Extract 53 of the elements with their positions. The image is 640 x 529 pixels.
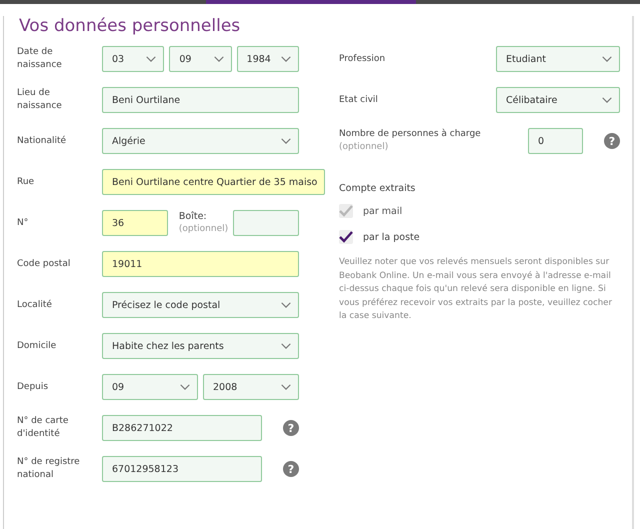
select-field[interactable]: Habite chez les parents xyxy=(102,333,299,359)
field-label: N° de carte d'identité xyxy=(17,415,70,441)
input-field[interactable]: 19011 xyxy=(102,251,299,277)
checkbox[interactable] xyxy=(339,230,353,244)
checkbox-label[interactable]: par la poste xyxy=(363,232,420,242)
select-field[interactable]: 03 xyxy=(102,46,164,72)
chevron-down-icon xyxy=(602,97,612,103)
field-label: N° de registre national xyxy=(17,456,81,482)
field-label: Rue xyxy=(17,176,36,188)
select-field[interactable]: Etudiant xyxy=(496,46,620,72)
input-field[interactable]: 0 xyxy=(528,128,583,154)
field-label: Depuis xyxy=(17,380,50,394)
section-heading: Compte extraits xyxy=(339,183,416,194)
chevron-down-icon xyxy=(180,384,190,390)
chevron-down-icon xyxy=(281,138,291,144)
page-title: Vos données personnelles xyxy=(19,16,242,36)
help-icon[interactable]: ? xyxy=(604,133,620,149)
input-field[interactable]: Beni Ourtilane centre Quartier de 35 maiso xyxy=(102,169,326,195)
select-field[interactable]: 09 xyxy=(102,374,198,400)
field-label: Etat civil xyxy=(339,94,379,106)
select-field[interactable]: 1984 xyxy=(236,46,299,72)
input-field[interactable] xyxy=(233,210,300,236)
field-label: Code postal xyxy=(17,258,72,270)
input-field[interactable]: B286271022 xyxy=(102,415,262,441)
select-field[interactable]: 09 xyxy=(169,46,232,72)
input-field[interactable]: 36 xyxy=(102,210,168,236)
chevron-down-icon xyxy=(214,56,224,62)
chevron-down-icon xyxy=(146,56,156,62)
input-field[interactable]: 67012958123 xyxy=(102,456,262,482)
chevron-down-icon xyxy=(280,56,291,62)
select-field[interactable]: Algérie xyxy=(102,128,299,154)
field-label: Boîte: xyxy=(178,211,208,223)
field-label: Nationalité xyxy=(17,134,68,148)
chevron-down-icon xyxy=(281,384,291,390)
help-icon[interactable]: ? xyxy=(283,461,299,477)
help-icon[interactable]: ? xyxy=(283,420,299,436)
input-field[interactable]: Beni Ourtilane xyxy=(102,87,299,113)
chevron-down-icon xyxy=(281,343,291,349)
select-field[interactable]: Précisez le code postal xyxy=(102,292,299,318)
chevron-down-icon xyxy=(602,56,612,62)
select-field[interactable]: Célibataire xyxy=(496,87,620,113)
chevron-down-icon xyxy=(281,302,291,308)
field-label: Domicile xyxy=(17,340,58,352)
field-label: Nombre de personnes à charge xyxy=(339,128,482,141)
select-field[interactable]: 2008 xyxy=(203,374,299,400)
field-label: N° xyxy=(17,216,30,230)
field-label: Localité xyxy=(17,298,53,312)
info-paragraph: Veuillez noter que vos relevés mensuels seront disponibles sur Beobank Online. Un e-mail vous sera envoyé à l'adresse e-mail ci-dessus chaque fois qu'un relevé sera disponible en ligne. Si vous préférez recevoir vos extraits par la poste, veuillez cocher la case suivante. xyxy=(339,256,613,323)
field-label: Date de naissance xyxy=(17,46,63,72)
optional-note: (optionnel) xyxy=(178,223,228,235)
optional-note: (optionnel) xyxy=(339,141,390,154)
field-label: Lieu de naissance xyxy=(17,87,63,113)
field-label: Profession xyxy=(339,52,386,66)
